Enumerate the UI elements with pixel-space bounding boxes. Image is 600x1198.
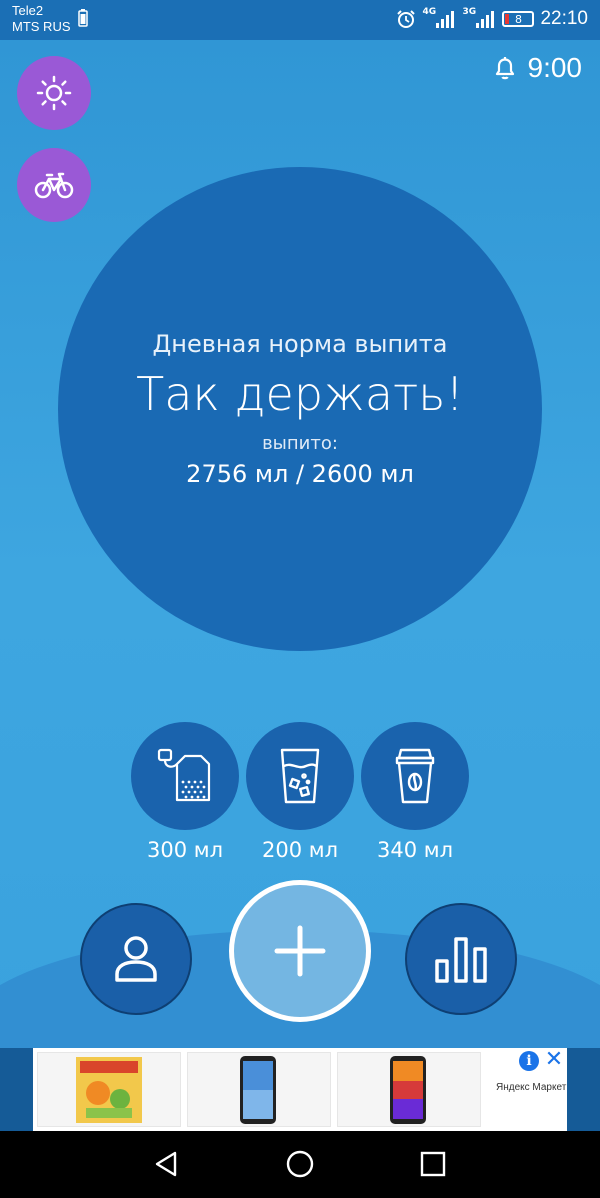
sun-icon — [36, 75, 72, 111]
user-icon — [115, 936, 157, 982]
drink-coffee[interactable]: 340 мл — [361, 722, 469, 862]
bar-chart-icon — [435, 937, 487, 983]
carrier-1: Tele2 — [12, 3, 44, 18]
carrier-2: MTS RUS — [12, 19, 71, 34]
ad-product-phone-2[interactable] — [337, 1052, 481, 1127]
drunk-amount: 2756 мл / 2600 мл — [186, 460, 414, 488]
info-icon[interactable]: i — [519, 1051, 539, 1071]
drink-water[interactable]: 200 мл — [246, 722, 354, 862]
weather-button[interactable] — [17, 56, 91, 130]
battery-icon: 8 — [502, 11, 535, 27]
ad-brand: Яндекс Маркет — [496, 1082, 567, 1093]
battery-level: 8 — [514, 12, 522, 26]
status-time: 22:10 — [540, 8, 588, 29]
progress-subtitle: Дневная норма выпита — [152, 330, 448, 358]
status-icons: 4G 3G 8 22:10 — [396, 6, 588, 32]
system-nav-bar — [0, 1131, 600, 1198]
board-game-image — [76, 1057, 142, 1123]
back-icon[interactable] — [153, 1150, 181, 1178]
smartphone-image — [390, 1056, 426, 1124]
signal-2-icon — [476, 11, 495, 28]
ad-banner[interactable]: Яндекс Маркет i ✕ — [0, 1048, 600, 1131]
ad-product-phone-1[interactable] — [187, 1052, 331, 1127]
network-2-label: 3G — [462, 7, 477, 17]
signal-1: 4G — [422, 7, 456, 29]
smartphone-image — [240, 1056, 276, 1124]
reminder-time: 9:00 — [527, 52, 583, 83]
progress-title: Так держать! — [136, 367, 464, 421]
add-drink-button[interactable] — [229, 880, 371, 1022]
ad-product-game[interactable] — [37, 1052, 181, 1127]
carrier-info: Tele2 MTS RUS — [12, 3, 71, 35]
close-icon[interactable]: ✕ — [543, 1048, 565, 1070]
water-glass-icon — [280, 748, 320, 804]
status-bar: Tele2 MTS RUS 4G 3G 8 22:10 — [0, 0, 600, 40]
home-icon[interactable] — [286, 1150, 314, 1178]
statistics-button[interactable] — [405, 903, 517, 1015]
alarm-icon — [397, 10, 416, 28]
app-screen: Tele2 MTS RUS 4G 3G 8 22:10 9:00 Дневная… — [0, 0, 600, 1048]
drink-coffee-button[interactable] — [361, 722, 469, 830]
reminder[interactable]: 9:00 — [492, 52, 583, 84]
drink-tea[interactable]: 300 мл — [131, 722, 239, 862]
drink-tea-button[interactable] — [131, 722, 239, 830]
drink-coffee-amount: 340 мл — [376, 838, 454, 862]
activity-button[interactable] — [17, 148, 91, 222]
drink-tea-amount: 300 мл — [146, 838, 224, 862]
drink-water-button[interactable] — [246, 722, 354, 830]
bicycle-icon — [34, 172, 74, 199]
signal-2: 3G — [462, 7, 496, 29]
progress-circle: Дневная норма выпита Так держать! выпито… — [58, 167, 542, 651]
bell-icon — [495, 57, 514, 80]
recent-apps-icon[interactable] — [420, 1151, 446, 1177]
drunk-label: выпито: — [262, 433, 338, 454]
profile-button[interactable] — [80, 903, 192, 1015]
battery-saver-icon — [78, 9, 88, 27]
ad-content[interactable]: Яндекс Маркет i ✕ — [33, 1048, 567, 1131]
network-1-label: 4G — [422, 7, 437, 17]
drink-water-amount: 200 мл — [261, 838, 339, 862]
plus-icon — [274, 925, 326, 977]
signal-1-icon — [436, 11, 455, 28]
tea-bag-icon — [157, 748, 211, 802]
coffee-cup-icon — [395, 748, 435, 804]
